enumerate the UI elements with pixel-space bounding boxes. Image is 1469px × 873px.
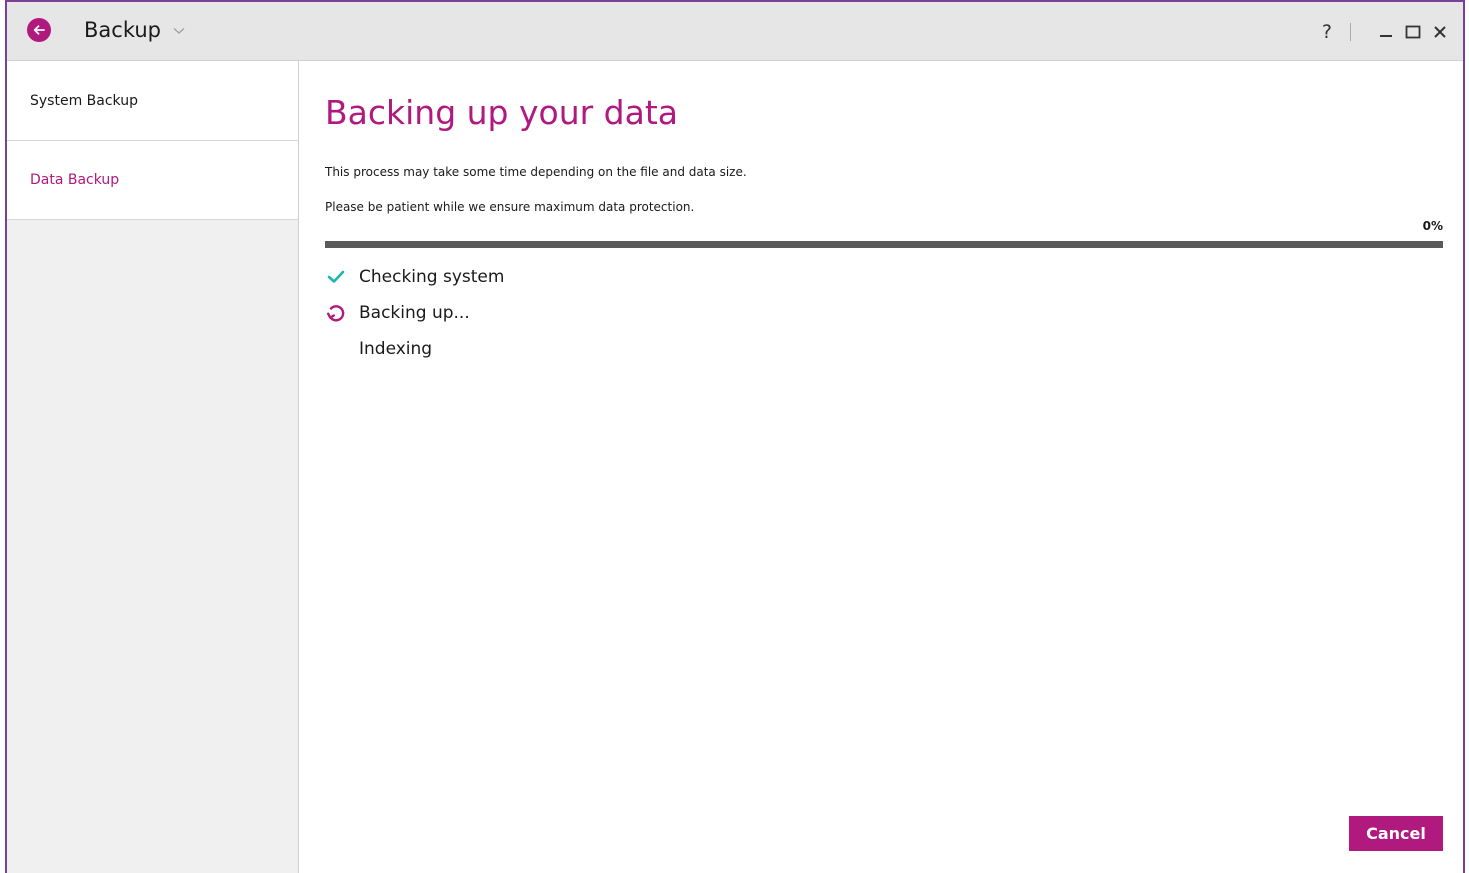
sidebar: System Backup Data Backup: [7, 61, 299, 873]
close-icon: [1434, 26, 1446, 38]
refresh-icon: [325, 302, 347, 324]
minimize-icon: [1380, 35, 1392, 37]
main-content: Backing up your data This process may ta…: [325, 61, 1443, 873]
page-title: Backing up your data: [325, 93, 679, 132]
sidebar-item-label: System Backup: [30, 92, 138, 109]
sidebar-item-label: Data Backup: [30, 172, 120, 188]
description-text: Please be patient while we ensure maximu…: [325, 200, 695, 214]
step-label: Backing up...: [359, 303, 470, 323]
step-label: Indexing: [359, 339, 433, 359]
step-item: Backing up...: [325, 295, 504, 331]
app-title: Backup: [84, 18, 161, 42]
window-controls: ?: [1322, 20, 1447, 44]
sidebar-item-data-backup[interactable]: Data Backup: [7, 141, 298, 220]
minimize-button[interactable]: [1379, 25, 1393, 39]
back-button[interactable]: [27, 18, 51, 42]
step-label: Checking system: [359, 267, 505, 287]
back-arrow-icon: [33, 25, 45, 35]
step-list: Checking system Backing up... Indexing: [325, 259, 504, 367]
close-button[interactable]: [1433, 25, 1447, 39]
step-placeholder: [325, 338, 347, 360]
app-window: Backup ? System Backup Data Backup Backi…: [5, 0, 1465, 873]
sidebar-item-system-backup[interactable]: System Backup: [7, 61, 298, 141]
chevron-down-icon[interactable]: [173, 27, 185, 35]
step-item: Indexing: [325, 331, 504, 367]
progress-bar: [325, 241, 1443, 248]
cancel-button[interactable]: Cancel: [1349, 816, 1443, 851]
step-item: Checking system: [325, 259, 504, 295]
description-text: This process may take some time dependin…: [325, 165, 747, 179]
checkmark-icon: [325, 266, 347, 288]
title-bar: Backup ?: [7, 2, 1463, 61]
maximize-icon: [1405, 25, 1421, 39]
maximize-button[interactable]: [1405, 25, 1421, 39]
help-button[interactable]: ?: [1322, 21, 1332, 43]
divider: [1350, 23, 1351, 41]
progress-percent: 0%: [1422, 219, 1443, 233]
